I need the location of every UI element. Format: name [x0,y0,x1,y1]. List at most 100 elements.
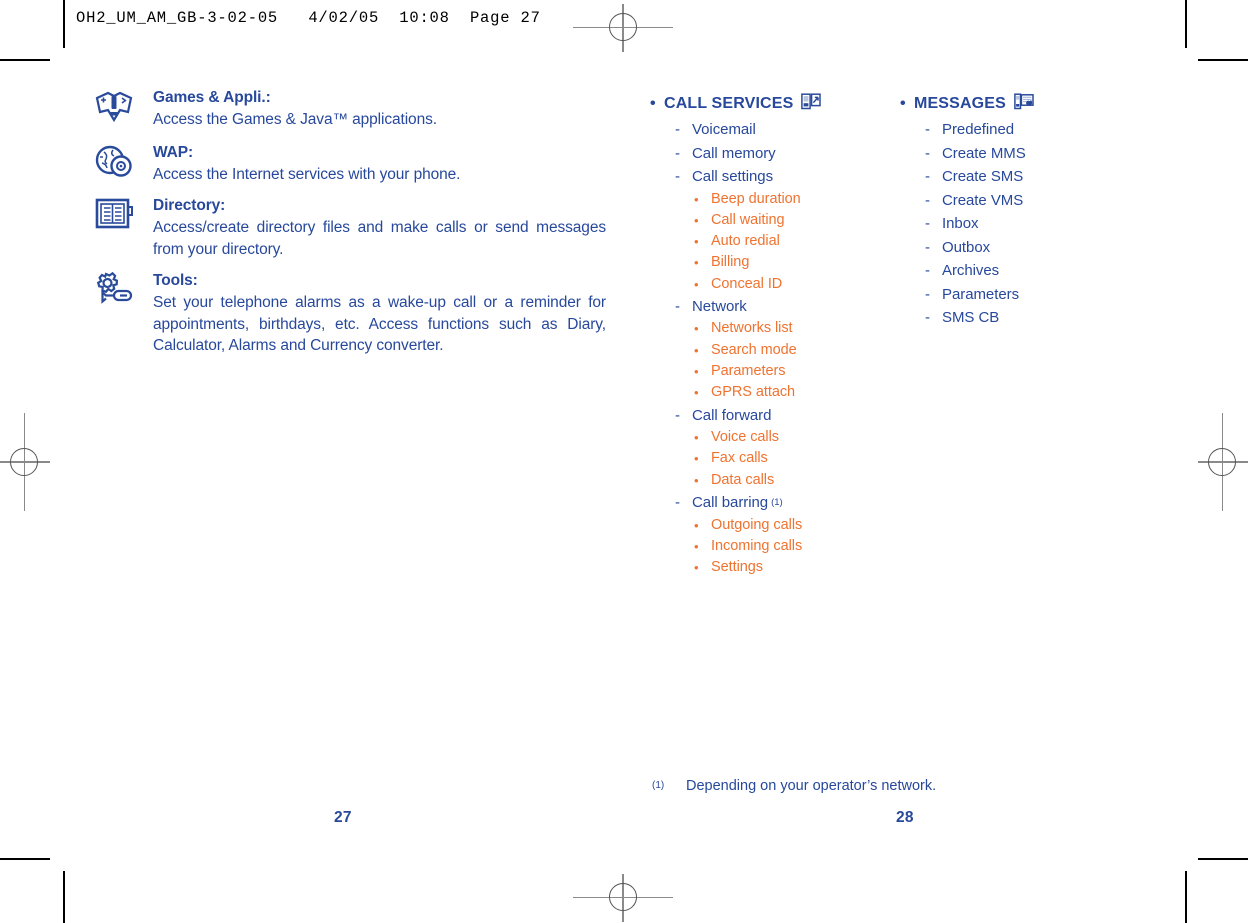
menu-column-messages: • MESSAGES - Predefined - Create MMS - C… [900,92,1140,330]
menu-subitem[interactable]: • Voice calls [650,427,890,448]
wap-globe-icon [94,143,136,183]
menu-item-label: Network [692,297,747,315]
folio-right: 28 [896,809,914,826]
feature-title: Directory: [153,197,226,214]
menu-subitem[interactable]: • Auto redial [650,231,890,252]
menu-item-label: Create MMS [942,144,1026,162]
menu-subitem[interactable]: • Search mode [650,340,890,361]
menu-heading-messages: • MESSAGES [900,92,1140,116]
menu-item-label: SMS CB [942,309,1000,326]
dash-glyph: - [925,238,930,256]
feature-block: Directory: Access/create directory files… [94,194,606,260]
menu-subitem[interactable]: • Incoming calls [650,536,890,557]
menu-item[interactable]: - Call settings [650,165,890,189]
print-job-slug: OH2_UM_AM_GB-3-02-05 4/02/05 10:08 Page … [76,9,541,27]
games-controller-icon [94,88,136,128]
registration-mark-left [0,413,50,511]
bullet-glyph: • [694,472,699,488]
crop-mark-top-right-h [1198,59,1248,61]
dash-glyph: - [925,191,930,209]
bullet-glyph: • [694,517,699,533]
dash-glyph: - [925,215,930,232]
bullet-glyph: • [694,560,699,576]
menu-subitem-label: Search mode [711,341,797,358]
bullet-glyph: • [694,255,699,271]
menu-subitem-label: Networks list [711,320,793,337]
menu-subitem[interactable]: • Outgoing calls [650,515,890,536]
menu-subitem[interactable]: • Parameters [650,361,890,382]
feature-block: Tools: Set your telephone alarms as a wa… [94,269,606,357]
footnote-reference: (1) [771,497,783,509]
menu-subitem[interactable]: • GPRS attach [650,382,890,403]
menu-item[interactable]: - Create SMS [900,165,1140,189]
menu-subitem-label: Billing [711,254,750,271]
folio-left: 27 [334,809,352,826]
phone-transfer-icon [801,93,822,117]
menu-item[interactable]: - Predefined [900,118,1140,142]
menu-subitem-label: Data calls [711,471,775,488]
bullet-glyph: • [900,95,906,112]
crop-mark-bottom-left-h [0,858,50,860]
printed-page-spread: OH2_UM_AM_GB-3-02-05 4/02/05 10:08 Page … [0,0,1248,923]
menu-subitem[interactable]: • Call waiting [650,210,890,231]
menu-subitem-label: GPRS attach [711,384,796,401]
bullet-glyph: • [694,385,699,401]
menu-item-label: Call memory [692,144,776,162]
bullet-glyph: • [694,212,699,228]
menu-subitem-label: Fax calls [711,450,768,467]
menu-subitem[interactable]: • Data calls [650,470,890,491]
crop-mark-bottom-right-h [1198,858,1248,860]
dash-glyph: - [925,309,930,326]
bullet-glyph: • [650,95,656,112]
footnote: (1) Depending on your operator’s network… [652,778,936,794]
menu-item[interactable]: - Inbox [900,212,1140,236]
menu-subitem[interactable]: • Billing [650,252,890,273]
feature-description: Set your telephone alarms as a wake-up c… [153,294,606,354]
bullet-glyph: • [694,191,699,207]
page-edge-right-top [1185,0,1187,48]
menu-item[interactable]: - Network [650,295,890,319]
menu-item[interactable]: - Call forward [650,404,890,428]
dash-glyph: - [675,144,680,162]
menu-heading-call-services: • CALL SERVICES [650,92,890,116]
menu-item[interactable]: - Archives [900,259,1140,283]
menu-item[interactable]: - Create MMS [900,142,1140,166]
menu-subitem[interactable]: • Fax calls [650,448,890,469]
footnote-text: Depending on your operator’s network. [686,778,937,794]
menu-item-label: Create VMS [942,191,1024,209]
menu-subitem[interactable]: • Conceal ID [650,274,890,295]
menu-item-label: Parameters [942,285,1020,303]
menu-item[interactable]: - Call memory [650,142,890,166]
menu-subitem-label: Parameters [711,363,786,380]
menu-item[interactable]: - SMS CB [900,306,1140,330]
feature-title: WAP: [153,143,194,161]
directory-book-icon [94,196,136,236]
dash-glyph: - [675,406,680,424]
menu-item-label: Predefined [942,121,1015,138]
bullet-glyph: • [694,321,699,337]
menu-heading-label: CALL SERVICES [664,95,794,112]
bullet-glyph: • [694,364,699,380]
menu-item-label: Call barring [692,494,769,512]
menu-subitem-label: Outgoing calls [711,516,803,533]
menu-subitem[interactable]: • Beep duration [650,189,890,210]
page-edge-left-bottom [63,871,65,923]
tools-gear-icon [94,271,136,311]
menu-item[interactable]: - Voicemail [650,118,890,142]
page-edge-right-bottom [1185,871,1187,923]
menu-subitem-label: Beep duration [711,190,801,207]
menu-subitem-label: Conceal ID [711,275,783,292]
page-edge-left-top [63,0,65,48]
bullet-glyph: • [694,538,699,554]
menu-item[interactable]: - Create VMS [900,189,1140,213]
feature-description: Access/create directory files and make c… [153,219,606,258]
menu-item[interactable]: - Parameters [900,283,1140,307]
menu-subitem[interactable]: • Settings [650,557,890,578]
menu-item[interactable]: - Outbox [900,236,1140,260]
menu-subitem[interactable]: • Networks list [650,318,890,339]
dash-glyph: - [675,168,680,185]
menu-item-label: Call settings [692,168,774,185]
menu-item-label: Inbox [942,215,979,232]
menu-item[interactable]: - Call barring (1) [650,491,890,515]
menu-item-label: Outbox [942,238,991,256]
